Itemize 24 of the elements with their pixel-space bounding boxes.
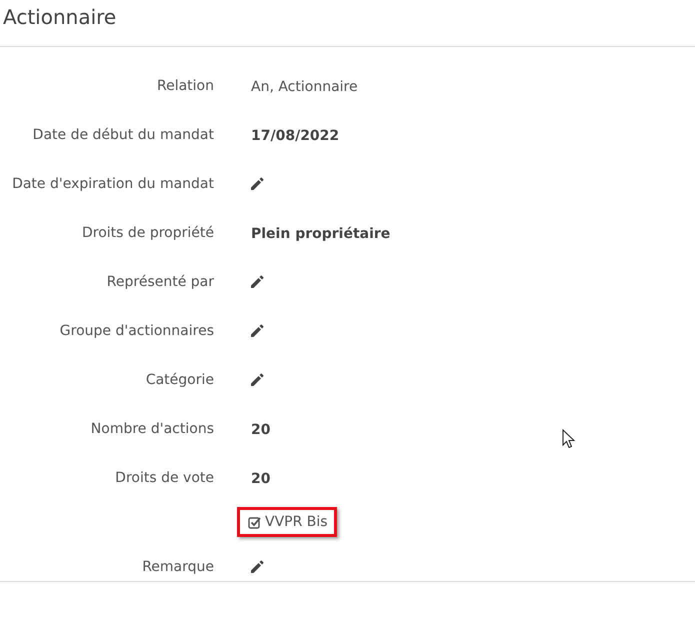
field-label: Nombre d'actions xyxy=(90,420,214,436)
field-label: Catégorie xyxy=(146,372,214,388)
field-value: 20 xyxy=(251,471,270,487)
pencil-icon[interactable] xyxy=(249,176,265,192)
field-value: 17/08/2022 xyxy=(251,128,340,144)
field-label: Droits de vote xyxy=(115,470,214,486)
field-label: Date de début du mandat xyxy=(32,126,214,142)
field-value: Plein propriétaire xyxy=(251,226,390,242)
field-label: Relation xyxy=(157,78,214,94)
checkbox-icon[interactable] xyxy=(248,516,261,528)
pointer-icon xyxy=(562,429,575,449)
page-title: Actionnaire xyxy=(0,0,695,47)
pencil-icon[interactable] xyxy=(249,558,265,574)
field-label: Représenté par xyxy=(106,274,214,290)
pencil-icon[interactable] xyxy=(249,372,265,388)
field-value: 20 xyxy=(251,422,270,438)
field-label: Droits de propriété xyxy=(82,224,214,240)
pencil-icon[interactable] xyxy=(249,274,265,290)
field-label: Date d'expiration du mandat xyxy=(12,176,214,192)
field-label: Remarque xyxy=(142,558,214,574)
field-label: Groupe d'actionnaires xyxy=(60,322,214,338)
field-value: An, Actionnaire xyxy=(251,79,358,95)
pencil-icon[interactable] xyxy=(249,322,265,338)
checkbox-label[interactable]: VVPR Bis xyxy=(237,507,337,537)
